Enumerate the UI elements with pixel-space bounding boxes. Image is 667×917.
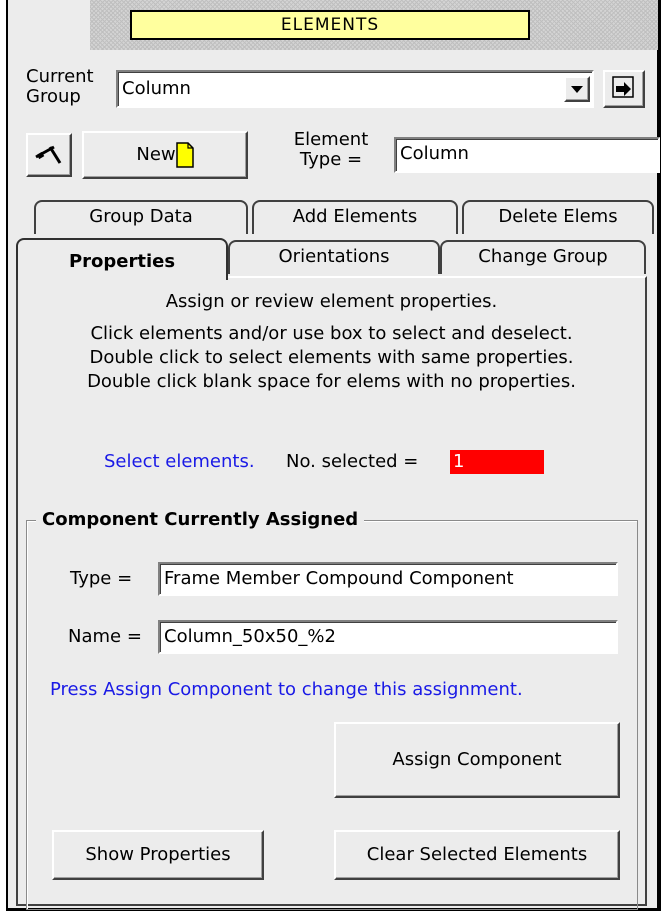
current-group-label-line1: Current	[26, 66, 94, 87]
component-type-label: Type =	[70, 568, 133, 589]
refresh-icon	[612, 76, 634, 98]
current-group-label: Current Group	[26, 67, 94, 107]
new-document-icon	[175, 142, 194, 168]
element-type-value: Column	[400, 143, 469, 164]
element-type-label-line2: Type =	[299, 149, 363, 170]
instruction-line-1: Assign or review element properties.	[165, 291, 498, 312]
tab-change-group[interactable]: Change Group	[440, 240, 646, 274]
show-properties-button[interactable]: Show Properties	[52, 830, 264, 880]
dropdown-button[interactable]	[564, 76, 590, 102]
new-button[interactable]: New	[82, 131, 248, 179]
instruction-line-3: Double click to select elements with sam…	[89, 347, 574, 368]
selected-count-value: 1	[450, 450, 544, 474]
chevron-down-icon	[571, 86, 583, 93]
new-button-label: New	[136, 144, 176, 165]
tab-properties[interactable]: Properties	[16, 238, 228, 280]
tab-change-group-label: Change Group	[478, 246, 608, 267]
tab-group-data[interactable]: Group Data	[34, 200, 248, 234]
component-type-field: Frame Member Compound Component	[158, 562, 618, 596]
element-type-label: Element Type =	[286, 130, 376, 170]
tab-delete-elems-label: Delete Elems	[498, 206, 618, 227]
component-type-value: Frame Member Compound Component	[164, 568, 514, 589]
select-elements-prompt: Select elements.	[104, 451, 255, 472]
current-group-label-line2: Group	[26, 86, 81, 107]
current-group-select[interactable]: Column	[116, 70, 594, 108]
tab-orientations[interactable]: Orientations	[228, 240, 440, 274]
instruction-line-2: Click elements and/or use box to select …	[90, 323, 573, 344]
pick-cursor-icon	[35, 145, 62, 164]
element-type-field[interactable]: Column	[394, 137, 660, 173]
instruction-line-4: Double click blank space for elems with …	[87, 371, 576, 392]
tab-properties-label: Properties	[68, 251, 176, 272]
refresh-group-button[interactable]	[603, 70, 645, 108]
current-group-value: Column	[122, 78, 191, 99]
tab-add-elements[interactable]: Add Elements	[252, 200, 458, 234]
clear-selected-elements-button[interactable]: Clear Selected Elements	[334, 830, 620, 880]
tab-delete-elems[interactable]: Delete Elems	[462, 200, 654, 234]
component-group-title: Component Currently Assigned	[36, 508, 365, 532]
tab-add-elements-label: Add Elements	[292, 206, 418, 227]
selected-count-label: No. selected =	[286, 451, 419, 472]
element-type-label-line1: Element	[293, 129, 369, 150]
pick-tool-button[interactable]	[26, 133, 72, 177]
component-name-value: Column_50x50_%2	[164, 626, 336, 647]
panel-title: ELEMENTS	[130, 10, 530, 40]
assign-hint: Press Assign Component to change this as…	[50, 679, 523, 700]
tab-group-data-label: Group Data	[89, 206, 193, 227]
assign-component-button[interactable]: Assign Component	[334, 722, 620, 798]
tab-orientations-label: Orientations	[278, 246, 390, 267]
component-name-field: Column_50x50_%2	[158, 620, 618, 654]
component-name-label: Name =	[68, 626, 142, 647]
